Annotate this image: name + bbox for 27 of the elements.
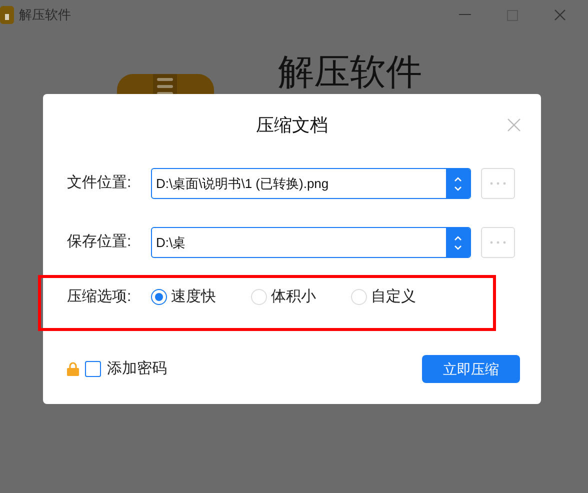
radio-option[interactable]: 体积小: [251, 286, 351, 308]
more-icon: [490, 241, 506, 244]
updown-icon: [454, 234, 462, 250]
window-title: 解压软件: [19, 6, 71, 24]
updown-icon: [454, 176, 462, 192]
more-icon: [490, 182, 506, 185]
dialog-title: 压缩文档: [256, 114, 328, 136]
radio-option[interactable]: 自定义: [351, 286, 451, 308]
password-label: 添加密码: [107, 358, 167, 379]
spinner-button[interactable]: [446, 169, 470, 198]
compress-button[interactable]: 立即压缩: [422, 355, 520, 383]
close-icon[interactable]: [554, 9, 566, 21]
browse-button[interactable]: [481, 227, 515, 258]
app-icon: [0, 6, 14, 24]
spinner-button[interactable]: [446, 228, 470, 257]
field-label: 保存位置:: [67, 232, 132, 252]
app-heading: 解压软件: [278, 52, 422, 92]
options-label: 压缩选项:: [67, 286, 132, 307]
close-icon[interactable]: [507, 118, 521, 132]
browse-button[interactable]: [481, 168, 515, 199]
password-checkbox[interactable]: [85, 361, 101, 377]
lock-icon: [67, 362, 79, 376]
radio-option[interactable]: 速度快: [151, 286, 251, 308]
path-field[interactable]: D:\桌面\说明书\1 (已转换).png: [151, 168, 471, 199]
minimize-icon[interactable]: [459, 14, 471, 16]
field-label: 文件位置:: [67, 173, 132, 194]
path-field[interactable]: D:\桌: [151, 227, 471, 258]
